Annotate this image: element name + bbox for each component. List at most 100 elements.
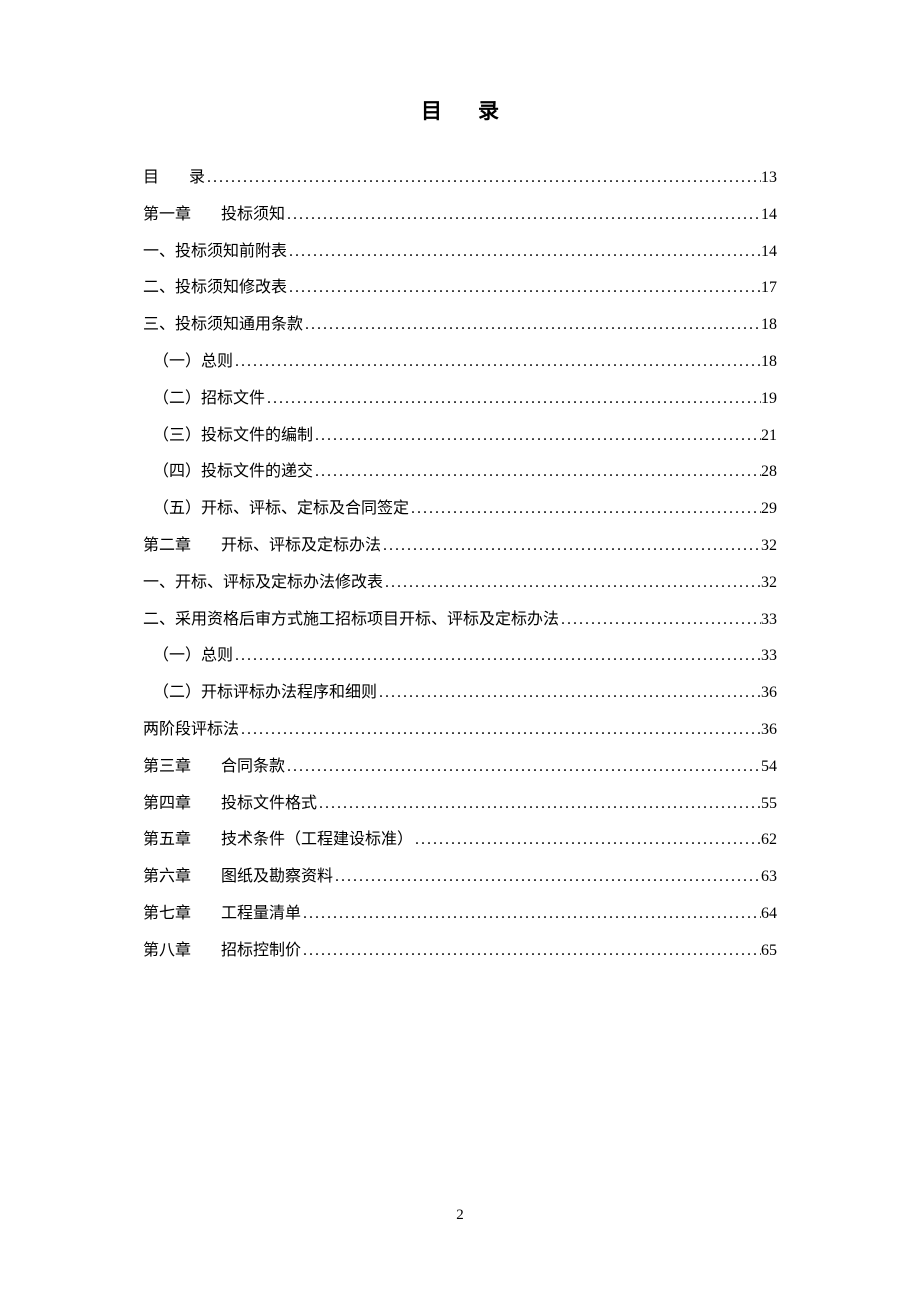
toc-item-label: 第一章投标须知 [143, 197, 285, 234]
toc-label-part: 二、采用资格后审方式施工招标项目开标、评标及定标办法 [143, 611, 559, 628]
toc-dots [317, 786, 761, 823]
toc-label-part: 一、开标、评标及定标办法修改表 [143, 574, 383, 591]
toc-item-page: 21 [761, 418, 777, 455]
toc-label-part: （二）开标评标办法程序和细则 [153, 684, 377, 701]
toc-label-part: 合同条款 [221, 758, 285, 775]
toc-label-part: 二、投标须知修改表 [143, 279, 287, 296]
toc-label-part: 开标、评标及定标办法 [221, 537, 381, 554]
toc-dots [285, 197, 761, 234]
toc-item-label: （一）总则 [143, 638, 233, 675]
toc-label-part: （四）投标文件的递交 [153, 463, 313, 480]
toc-dots [377, 675, 761, 712]
toc-item-page: 62 [761, 822, 777, 859]
toc-label-part: （五）开标、评标、定标及合同签定 [153, 500, 409, 517]
toc-item-label: 两阶段评标法 [143, 712, 239, 749]
toc-item-page: 36 [761, 675, 777, 712]
toc-dots [285, 749, 761, 786]
toc-label-part: 第五章 [143, 831, 191, 848]
toc-label-part: （一）总则 [153, 647, 233, 664]
toc-label-part: （二）招标文件 [153, 390, 265, 407]
toc-item-page: 65 [761, 933, 777, 970]
toc-item-label: 第四章投标文件格式 [143, 786, 317, 823]
toc-item-page: 33 [761, 638, 777, 675]
toc-label-part: 招标控制价 [221, 942, 301, 959]
toc-title: 目录 [143, 95, 777, 125]
toc-list: 目 录 13 第一章投标须知 14 一、投标须知前附表 14 二、投标须知修改表 17 三、投标须… [143, 160, 777, 970]
toc-item-page: 18 [761, 344, 777, 381]
page-number: 2 [0, 1207, 920, 1224]
toc-item: （二）开标评标办法程序和细则 36 [143, 675, 777, 712]
toc-label-part: （三）投标文件的编制 [153, 427, 313, 444]
toc-item: 第一章投标须知 14 [143, 197, 777, 234]
toc-item-page: 32 [761, 565, 777, 602]
toc-label-part: 目 [143, 169, 159, 186]
toc-item: （三）投标文件的编制 21 [143, 418, 777, 455]
toc-item-page: 55 [761, 786, 777, 823]
toc-label-part: 第三章 [143, 758, 191, 775]
toc-item-label: 第七章工程量清单 [143, 896, 301, 933]
toc-item-page: 17 [761, 270, 777, 307]
toc-item-label: 一、投标须知前附表 [143, 234, 287, 271]
toc-dots [303, 307, 761, 344]
toc-item: （五）开标、评标、定标及合同签定29 [143, 491, 777, 528]
toc-item: 第七章工程量清单 64 [143, 896, 777, 933]
toc-item-page: 14 [761, 197, 777, 234]
toc-item-page: 54 [761, 749, 777, 786]
toc-item-label: 二、投标须知修改表 [143, 270, 287, 307]
toc-item-page: 33 [761, 602, 777, 639]
toc-item-label: （二）招标文件 [143, 381, 265, 418]
toc-item-label: （四）投标文件的递交 [143, 454, 313, 491]
toc-dots [333, 859, 761, 896]
toc-item: 目 录 13 [143, 160, 777, 197]
toc-item-label: （一）总则 [143, 344, 233, 381]
toc-item-page: 19 [761, 381, 777, 418]
toc-label-part: 第二章 [143, 537, 191, 554]
toc-item-page: 28 [761, 454, 777, 491]
toc-item-page: 36 [761, 712, 777, 749]
toc-item: 第四章投标文件格式 55 [143, 786, 777, 823]
toc-item: 第五章 技术条件（工程建设标准） 62 [143, 822, 777, 859]
toc-item-page: 64 [761, 896, 777, 933]
toc-item-page: 32 [761, 528, 777, 565]
toc-item: （一）总则 18 [143, 344, 777, 381]
toc-item: 第二章 开标、评标及定标办法 32 [143, 528, 777, 565]
toc-item-label: 二、采用资格后审方式施工招标项目开标、评标及定标办法 [143, 602, 559, 639]
toc-item-label: 第八章 招标控制价 [143, 933, 301, 970]
toc-dots [383, 565, 761, 602]
toc-dots [301, 933, 761, 970]
toc-item: 两阶段评标法 36 [143, 712, 777, 749]
toc-item-label: 第二章 开标、评标及定标办法 [143, 528, 381, 565]
toc-dots [205, 160, 761, 197]
toc-item: 二、投标须知修改表 17 [143, 270, 777, 307]
toc-item: （二）招标文件 19 [143, 381, 777, 418]
toc-label-part: 两阶段评标法 [143, 721, 239, 738]
toc-item: （四）投标文件的递交 28 [143, 454, 777, 491]
toc-dots [265, 381, 761, 418]
toc-item-page: 14 [761, 234, 777, 271]
toc-item-page: 63 [761, 859, 777, 896]
toc-dots [313, 454, 761, 491]
toc-dots [239, 712, 761, 749]
toc-dots [287, 234, 761, 271]
toc-label-part: 三、投标须知通用条款 [143, 316, 303, 333]
toc-label-part: 一、投标须知前附表 [143, 243, 287, 260]
toc-dots [233, 344, 761, 381]
toc-label-part: 第六章 [143, 868, 191, 885]
toc-label-part: 投标文件格式 [221, 795, 317, 812]
toc-dots [409, 491, 761, 528]
toc-item-label: （五）开标、评标、定标及合同签定 [143, 491, 409, 528]
toc-item-label: 第五章 技术条件（工程建设标准） [143, 822, 413, 859]
toc-dots [381, 528, 761, 565]
toc-label-part: 技术条件（工程建设标准） [221, 831, 413, 848]
toc-item-label: 第六章图纸及勘察资料 [143, 859, 333, 896]
toc-label-part: 工程量清单 [221, 905, 301, 922]
toc-dots [233, 638, 761, 675]
toc-item-page: 13 [761, 160, 777, 197]
toc-item: 第六章图纸及勘察资料 63 [143, 859, 777, 896]
toc-label-part: 投标须知 [221, 206, 285, 223]
toc-item-label: 一、开标、评标及定标办法修改表 [143, 565, 383, 602]
toc-item-label: （三）投标文件的编制 [143, 418, 313, 455]
toc-label-part: 第八章 [143, 942, 191, 959]
toc-label-part: 录 [189, 169, 205, 186]
toc-dots [313, 418, 761, 455]
